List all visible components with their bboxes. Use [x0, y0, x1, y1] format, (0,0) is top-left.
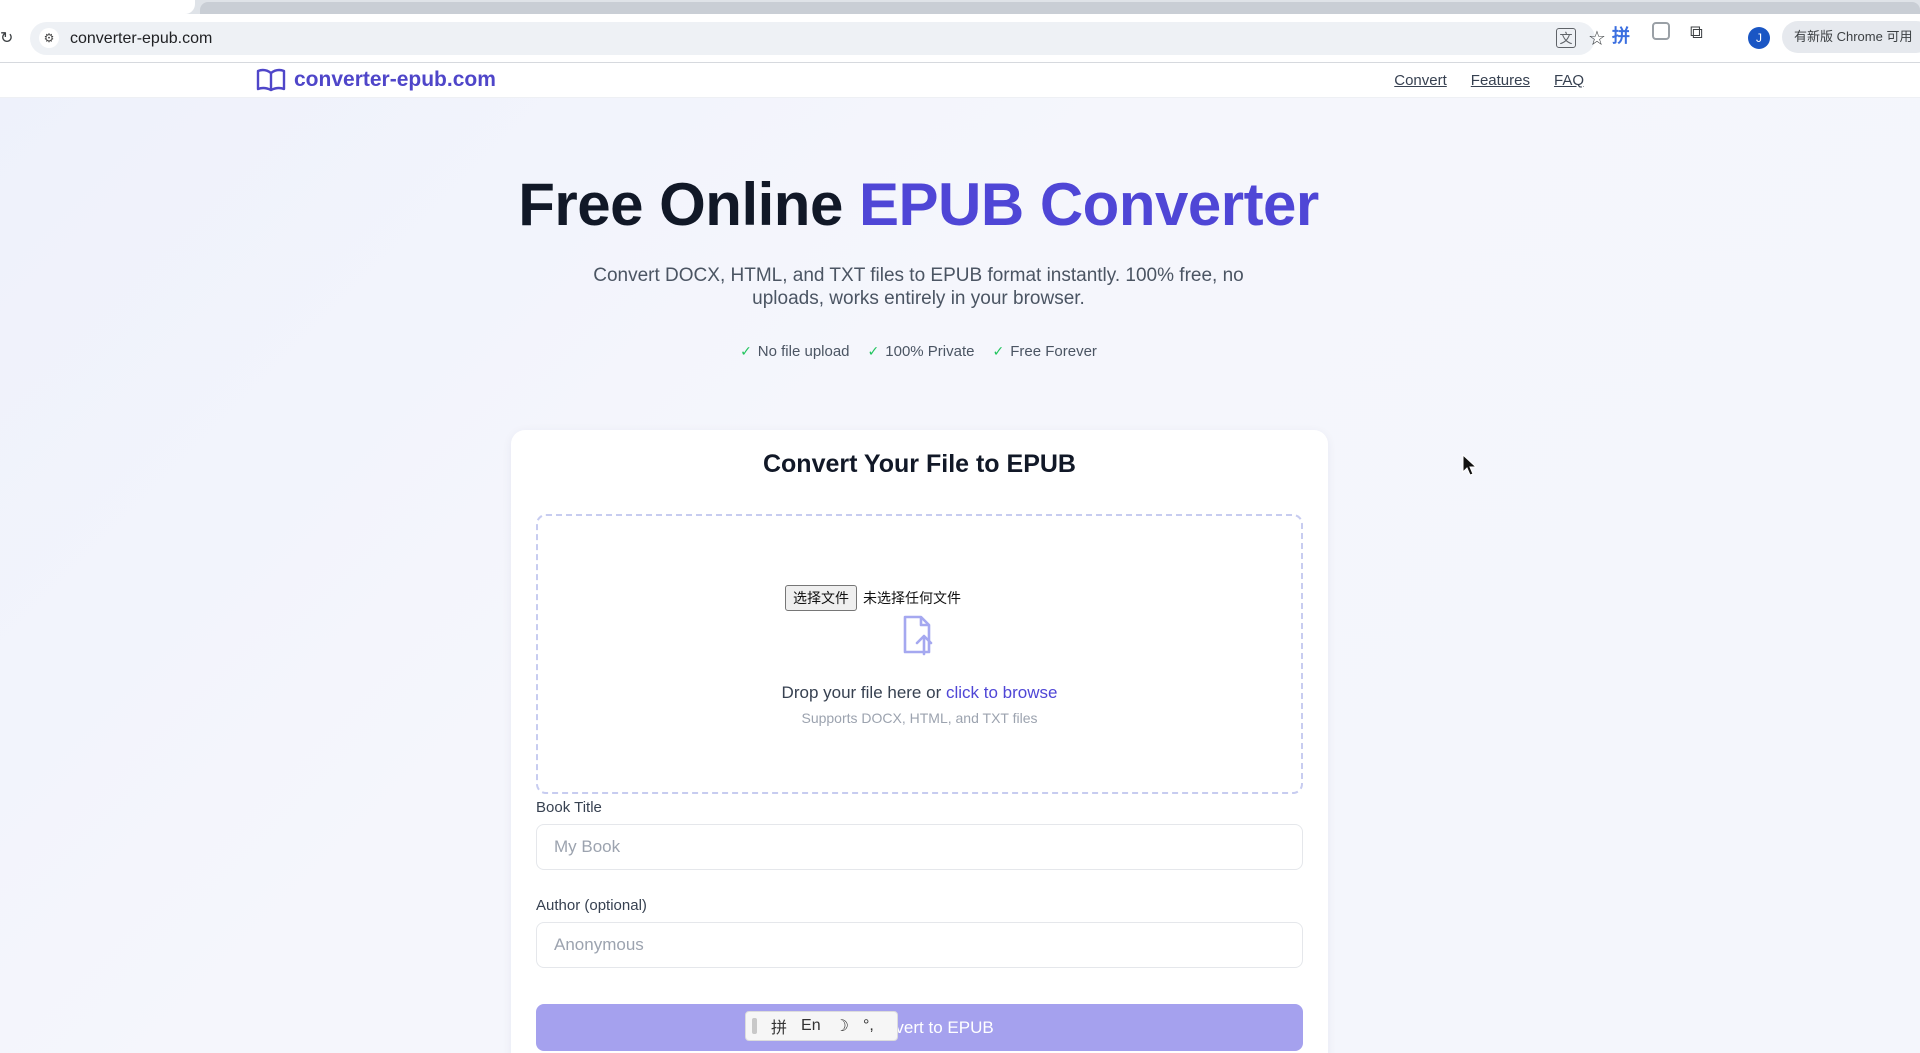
ime-pinyin-icon[interactable]: 拼: [771, 1014, 787, 1038]
hero-subtitle: Convert DOCX, HTML, and TXT files to EPU…: [593, 265, 1244, 309]
file-status: 未选择任何文件: [863, 590, 961, 606]
browse-link[interactable]: click to browse: [946, 683, 1057, 702]
nav-link-features[interactable]: Features: [1471, 72, 1530, 89]
chrome-update-chip[interactable]: 有新版 Chrome 可用: [1782, 21, 1920, 53]
convert-to-epub-button[interactable]: ⇡ Convert to EPUB: [536, 1004, 1303, 1051]
feature-badges: ✓ No file upload ✓ 100% Private ✓ Free Fore…: [0, 343, 1837, 360]
active-tab[interactable]: [0, 0, 195, 14]
nav-link-convert[interactable]: Convert: [1394, 72, 1447, 89]
file-input[interactable]: 选择文件 未选择任何文件: [785, 585, 961, 611]
address-bar[interactable]: ⚙ converter-epub.com 文 ☆: [30, 22, 1606, 55]
author-input[interactable]: Anonymous: [536, 922, 1303, 968]
hero-title: Free Online EPUB Converter: [0, 170, 1837, 239]
check-icon: ✓: [992, 343, 1005, 359]
hero-title-accent: EPUB Converter: [858, 171, 1319, 238]
supported-formats-hint: Supports DOCX, HTML, and TXT files: [801, 710, 1038, 726]
drop-text: Drop your file here or: [781, 683, 946, 702]
logo-text: converter-epub.com: [294, 68, 496, 91]
open-book-icon: [256, 68, 286, 92]
badge-free: ✓ Free Forever: [992, 343, 1096, 360]
book-title-label: Book Title: [536, 799, 602, 816]
mouse-cursor-icon: [1462, 454, 1478, 476]
profile-avatar[interactable]: J: [1748, 27, 1770, 49]
extension-box-icon[interactable]: [1652, 22, 1670, 40]
file-upload-icon: [903, 615, 933, 656]
converter-card: Convert Your File to EPUB 选择文件 未选择任何文件 D…: [511, 430, 1328, 1053]
site-info-icon[interactable]: ⚙: [39, 28, 59, 48]
check-icon: ✓: [740, 343, 752, 359]
badge-label: No file upload: [757, 343, 850, 360]
url-text[interactable]: converter-epub.com: [70, 30, 212, 48]
page-content: converter-epub.com Convert Features FAQ …: [0, 64, 1920, 1053]
nav-link-faq[interactable]: FAQ: [1554, 72, 1584, 89]
ime-toolbar: 拼 En ☽ °,: [745, 1011, 898, 1041]
file-dropzone[interactable]: 选择文件 未选择任何文件 Drop your file here or clic…: [536, 514, 1303, 794]
extensions-puzzle-icon[interactable]: ⧉: [1690, 22, 1703, 43]
drop-instructions: Drop your file here or click to browse: [538, 683, 1301, 703]
bookmark-star-icon[interactable]: ☆: [1588, 26, 1606, 51]
tab-strip-background: [200, 2, 1920, 14]
site-header: converter-epub.com Convert Features FAQ: [0, 64, 1920, 98]
ime-drag-handle[interactable]: [752, 1018, 757, 1034]
badge-label: Free Forever: [1010, 343, 1097, 360]
pinyin-extension-icon[interactable]: 拼: [1612, 22, 1630, 48]
badge-no-upload: ✓ No file upload: [740, 343, 849, 360]
translate-icon[interactable]: 文: [1556, 28, 1576, 48]
badge-private: ✓ 100% Private: [868, 343, 975, 360]
browser-toolbar: ↻ ⚙ converter-epub.com 文 ☆: [0, 14, 1920, 63]
choose-file-button[interactable]: 选择文件: [785, 585, 857, 611]
ime-punctuation-icon[interactable]: °,: [863, 1017, 874, 1035]
reload-icon[interactable]: ↻: [0, 28, 13, 48]
ime-moon-icon[interactable]: ☽: [835, 1016, 849, 1036]
check-icon: ✓: [867, 343, 880, 359]
tab-strip: [0, 0, 1920, 14]
book-title-input[interactable]: My Book: [536, 824, 1303, 870]
card-title: Convert Your File to EPUB: [762, 450, 1076, 478]
badge-label: 100% Private: [885, 343, 975, 360]
hero-title-plain: Free Online: [518, 171, 859, 238]
author-label: Author (optional): [536, 897, 647, 914]
ime-english-toggle[interactable]: En: [801, 1017, 821, 1035]
nav-links: Convert Features FAQ: [1394, 72, 1584, 89]
site-logo[interactable]: converter-epub.com: [256, 68, 496, 92]
